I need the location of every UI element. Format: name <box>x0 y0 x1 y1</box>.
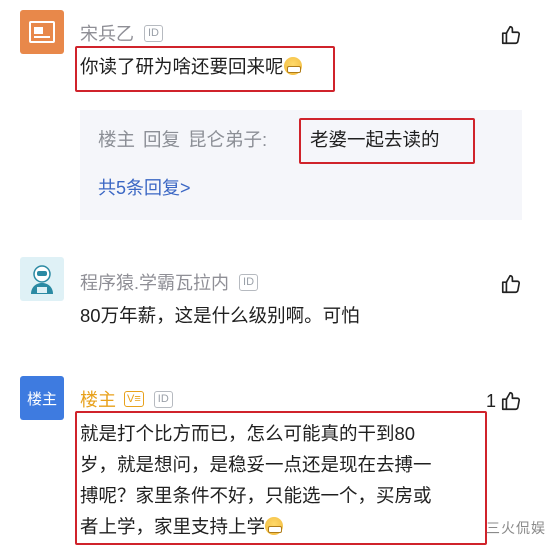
id-badge: ID <box>144 24 163 42</box>
username-text[interactable]: 楼主 <box>80 386 116 412</box>
thumbs-up-icon <box>501 274 521 294</box>
reply-verb: 回复 <box>143 129 181 150</box>
thumbs-up-icon <box>501 25 521 45</box>
avatar-label: 楼主 <box>26 390 57 408</box>
username[interactable]: 程序猿.学霸瓦拉内 ID <box>80 269 259 295</box>
like-button[interactable] <box>496 273 522 295</box>
highlight-box <box>75 46 335 92</box>
like-button[interactable]: 1 <box>486 390 522 412</box>
news-icon <box>29 21 55 43</box>
username[interactable]: 楼主 V≡ ID <box>80 386 173 412</box>
avatar[interactable] <box>20 257 64 301</box>
thumbs-up-icon <box>501 391 521 411</box>
comment-text: 80万年薪，这是什么级别啊。可怕 <box>80 305 360 326</box>
robot-avatar-icon <box>31 265 53 294</box>
reply-author[interactable]: 楼主 <box>98 126 135 152</box>
level-badge: V≡ <box>124 391 144 407</box>
id-badge: ID <box>239 273 259 291</box>
username[interactable]: 宋兵乙 ID <box>80 20 163 46</box>
comment-item: 楼主 楼主 V≡ ID 1 就是打个比方而已，怎么可能真的干到80 岁，就是想问… <box>0 360 554 548</box>
reply-target[interactable]: 昆仑弟子: <box>188 126 267 152</box>
id-badge: ID <box>153 390 173 408</box>
username-text[interactable]: 宋兵乙 <box>80 20 134 46</box>
more-replies-link[interactable]: 共5条回复> <box>98 174 191 200</box>
like-button[interactable] <box>496 24 522 46</box>
comment-feed: 宋兵乙 ID 你读了研为啥还要回来呢 楼主 回复 昆仑弟子: 老婆一起去读的 共… <box>0 0 554 548</box>
watermark: 三火侃娱 <box>486 520 546 536</box>
highlight-box <box>75 411 487 545</box>
username-text[interactable]: 程序猿.学霸瓦拉内 <box>80 269 229 295</box>
like-count: 1 <box>485 390 496 411</box>
comment-item: 程序猿.学霸瓦拉内 ID 80万年薪，这是什么级别啊。可怕 <box>0 245 554 350</box>
avatar[interactable] <box>20 10 64 54</box>
reply-header: 楼主 回复 昆仑弟子: <box>98 126 267 152</box>
avatar[interactable]: 楼主 <box>20 376 64 420</box>
comment-item: 宋兵乙 ID 你读了研为啥还要回来呢 楼主 回复 昆仑弟子: 老婆一起去读的 共… <box>0 0 554 230</box>
highlight-box <box>299 118 475 164</box>
